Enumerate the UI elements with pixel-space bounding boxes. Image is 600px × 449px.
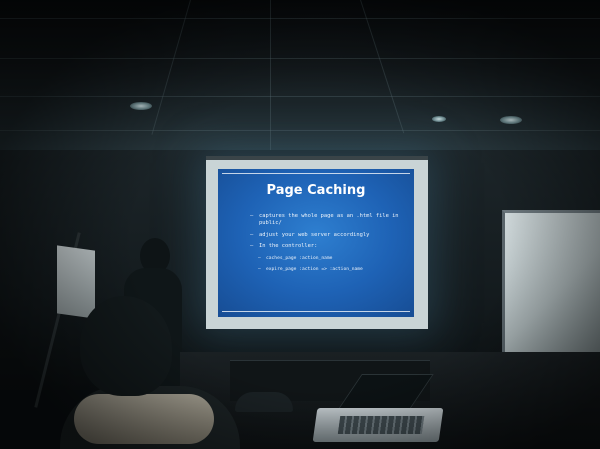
lecture-room-photo: Page Caching captures the whole page as …	[0, 0, 600, 449]
slide-rule-top	[222, 173, 410, 174]
ceiling-grid-line	[0, 18, 600, 19]
chair-back	[235, 392, 293, 412]
ceiling-grid-line	[0, 130, 600, 131]
ceiling-light-icon	[500, 116, 522, 124]
projection-screen-bar	[206, 156, 428, 160]
laptop	[312, 374, 445, 446]
ceiling-grid-line	[270, 0, 271, 165]
whiteboard	[502, 210, 600, 353]
slide-bullet-list: captures the whole page as an .html file…	[250, 213, 410, 277]
ceiling-light-icon	[130, 102, 152, 110]
ceiling-grid-line	[151, 0, 191, 135]
ceiling-light-icon	[432, 116, 446, 122]
slide-bullet: In the controller:	[250, 243, 410, 251]
laptop-keyboard	[337, 416, 425, 434]
ceiling-grid-line	[0, 58, 600, 59]
ceiling-grid-line	[0, 96, 600, 97]
presentation-slide: Page Caching captures the whole page as …	[218, 169, 414, 317]
audience-member-silhouette	[60, 296, 240, 449]
slide-bullet: captures the whole page as an .html file…	[250, 213, 410, 228]
slide-rule-bottom	[222, 311, 410, 312]
slide-bullet: adjust your web server accordingly	[250, 232, 410, 240]
audience-arm	[74, 394, 214, 444]
audience-head	[80, 296, 172, 396]
slide-sub-bullet: caches_page :action_name	[250, 255, 410, 263]
ceiling	[0, 0, 600, 165]
slide-sub-bullet: expire_page :action => :action_name	[250, 266, 410, 274]
ceiling-grid-line	[360, 0, 405, 134]
slide-title: Page Caching	[266, 183, 366, 198]
